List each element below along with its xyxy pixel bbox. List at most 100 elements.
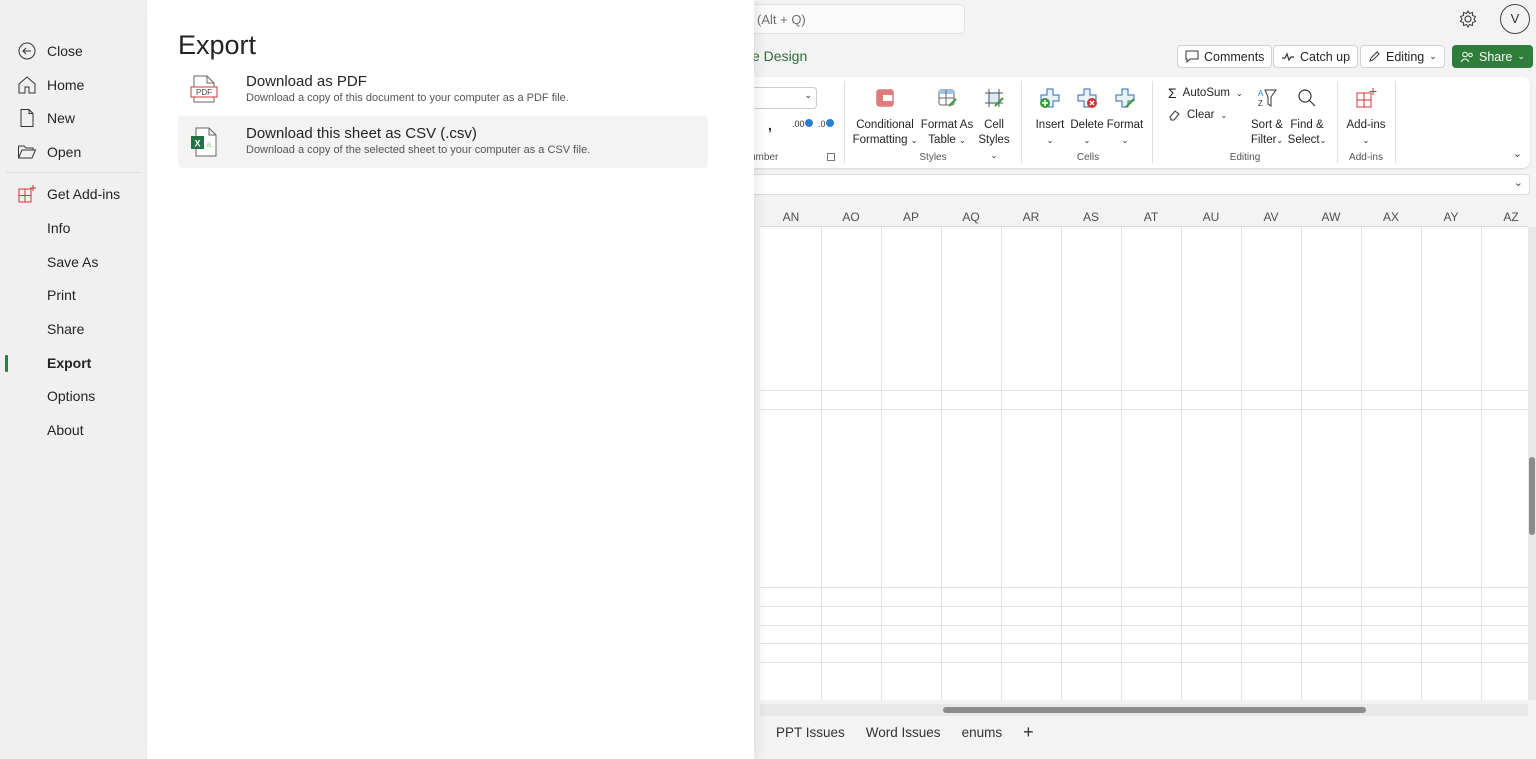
column-header[interactable]: AQ	[941, 210, 1001, 224]
download-pdf-title: Download as PDF	[246, 73, 367, 90]
nav-info[interactable]: Info	[0, 213, 147, 243]
tab-table-design[interactable]: e Design	[752, 48, 807, 64]
column-header[interactable]: AN	[761, 210, 821, 224]
settings-gear-icon[interactable]	[1458, 9, 1478, 29]
nav-get-add-ins[interactable]: Get Add-ins	[0, 179, 147, 209]
column-header[interactable]: AU	[1181, 210, 1241, 224]
user-avatar[interactable]: V	[1500, 4, 1530, 34]
dialog-launcher-icon[interactable]	[827, 153, 835, 161]
expand-formula-bar-chevron-icon[interactable]: ⌄	[1514, 176, 1523, 189]
sheet-tab-word-issues[interactable]: Word Issues	[866, 725, 941, 740]
decrease-decimal-icon[interactable]: .0	[818, 119, 834, 129]
nav-save-as[interactable]: Save As	[0, 247, 147, 277]
nav-print-label: Print	[47, 287, 76, 303]
back-arrow-icon	[18, 42, 36, 60]
nav-open[interactable]: Open	[0, 137, 147, 167]
delete-cells-button[interactable]: Delete ⌄	[1069, 87, 1105, 148]
column-header[interactable]: AZ	[1481, 210, 1536, 224]
add-ins-label: Add-ins	[1346, 119, 1386, 131]
column-header[interactable]: AX	[1361, 210, 1421, 224]
column-header[interactable]: AY	[1421, 210, 1481, 224]
app-root: (Alt + Q) V e Design Comments Catch up E…	[0, 0, 1536, 759]
chevron-down-icon: ⌄	[1517, 51, 1525, 61]
download-csv-option[interactable]: Xa, Download this sheet as CSV (.csv) Do…	[178, 116, 708, 168]
increase-decimal-icon[interactable]: .00	[792, 119, 813, 129]
svg-text:PDF: PDF	[196, 88, 212, 97]
delete-label: Delete	[1070, 119, 1104, 131]
column-header[interactable]: AW	[1301, 210, 1361, 224]
formula-bar[interactable]: ⌄	[740, 174, 1530, 195]
vertical-scroll-thumb[interactable]	[1529, 457, 1535, 535]
grid-column-line	[1061, 227, 1062, 700]
chevron-down-icon: ⌄	[910, 136, 918, 145]
format-as-table-label-2: Table	[928, 134, 956, 146]
format-as-table-label-1: Format As	[920, 119, 974, 131]
grid-column-line	[1121, 227, 1122, 700]
chevron-down-icon: ⌄	[1235, 88, 1243, 98]
insert-cells-button[interactable]: Insert ⌄	[1032, 87, 1068, 148]
add-ins-icon	[1356, 88, 1377, 108]
share-label: Share	[1479, 49, 1513, 64]
catch-up-button[interactable]: Catch up	[1273, 45, 1359, 68]
nav-new[interactable]: New	[0, 103, 147, 133]
nav-open-label: Open	[47, 144, 82, 160]
number-format-dropdown[interactable]: ⌄	[750, 87, 817, 109]
clear-label: Clear	[1187, 109, 1215, 121]
active-indicator	[5, 354, 8, 372]
column-header[interactable]: AV	[1241, 210, 1301, 224]
column-header[interactable]: AO	[821, 210, 881, 224]
cell-styles-icon	[985, 89, 1004, 107]
sheet-tabs: PPT Issues Word Issues enums +	[760, 722, 1034, 743]
find-select-button[interactable]: Find & Select⌄	[1287, 87, 1327, 148]
conditional-formatting-button[interactable]: Conditional Formatting ⌄	[852, 87, 918, 148]
nav-info-label: Info	[47, 220, 71, 236]
sheet-tab-ppt-issues[interactable]: PPT Issues	[776, 725, 845, 740]
autosum-button[interactable]: Σ AutoSum ⌄	[1168, 85, 1243, 101]
comment-icon	[1185, 50, 1199, 63]
nav-close[interactable]: Close	[0, 36, 147, 66]
new-document-icon	[20, 109, 34, 127]
download-pdf-option[interactable]: PDF Download as PDF Download a copy of t…	[178, 64, 708, 116]
format-cells-button[interactable]: Format ⌄	[1106, 87, 1144, 148]
autosum-label: AutoSum	[1182, 87, 1230, 99]
ribbon: ⌄ , .00 .0 umber Conditional Formatting …	[740, 77, 1530, 168]
share-button[interactable]: Share ⌄	[1452, 45, 1533, 68]
add-ins-button[interactable]: Add-ins ⌄	[1344, 87, 1388, 148]
download-csv-title: Download this sheet as CSV (.csv)	[246, 125, 477, 142]
format-as-table-button[interactable]: Format As Table ⌄	[920, 87, 974, 148]
column-header[interactable]: AR	[1001, 210, 1061, 224]
sort-filter-label-2: Filter	[1250, 134, 1277, 146]
comma-style-icon[interactable]: ,	[768, 117, 772, 133]
nav-about[interactable]: About	[0, 415, 147, 445]
nav-export[interactable]: Export	[0, 348, 147, 378]
sort-filter-button[interactable]: AZ Sort & Filter⌄	[1248, 87, 1286, 148]
clear-button[interactable]: Clear ⌄	[1168, 109, 1227, 121]
people-icon	[1460, 51, 1473, 62]
chevron-down-icon: ⌄	[1083, 136, 1091, 145]
grid-column-line	[1301, 227, 1302, 700]
add-ins-icon	[18, 185, 36, 203]
nav-home[interactable]: Home	[0, 70, 147, 100]
worksheet-grid[interactable]	[760, 227, 1528, 700]
download-pdf-description: Download a copy of this document to your…	[246, 92, 569, 104]
nav-options[interactable]: Options	[0, 381, 147, 411]
horizontal-scroll-thumb[interactable]	[943, 707, 1366, 713]
nav-share-label: Share	[47, 321, 85, 337]
editing-mode-button[interactable]: Editing ⌄	[1360, 45, 1445, 68]
nav-about-label: About	[47, 422, 84, 438]
nav-share[interactable]: Share	[0, 314, 147, 344]
column-header[interactable]: AT	[1121, 210, 1181, 224]
grid-column-line	[1001, 227, 1002, 700]
styles-group-label: Styles	[919, 152, 947, 163]
column-header[interactable]: AP	[881, 210, 941, 224]
conditional-formatting-label-1: Conditional	[856, 119, 914, 131]
sheet-tab-enums[interactable]: enums	[962, 725, 1003, 740]
ribbon-expand-chevron-icon[interactable]: ⌄	[1513, 147, 1522, 160]
add-sheet-button[interactable]: +	[1023, 722, 1034, 743]
nav-options-label: Options	[47, 388, 96, 404]
search-input[interactable]: (Alt + Q)	[740, 4, 965, 34]
column-header[interactable]: AS	[1061, 210, 1121, 224]
find-select-label-2: Select	[1287, 134, 1320, 146]
comments-button[interactable]: Comments	[1177, 45, 1273, 68]
nav-print[interactable]: Print	[0, 280, 147, 310]
